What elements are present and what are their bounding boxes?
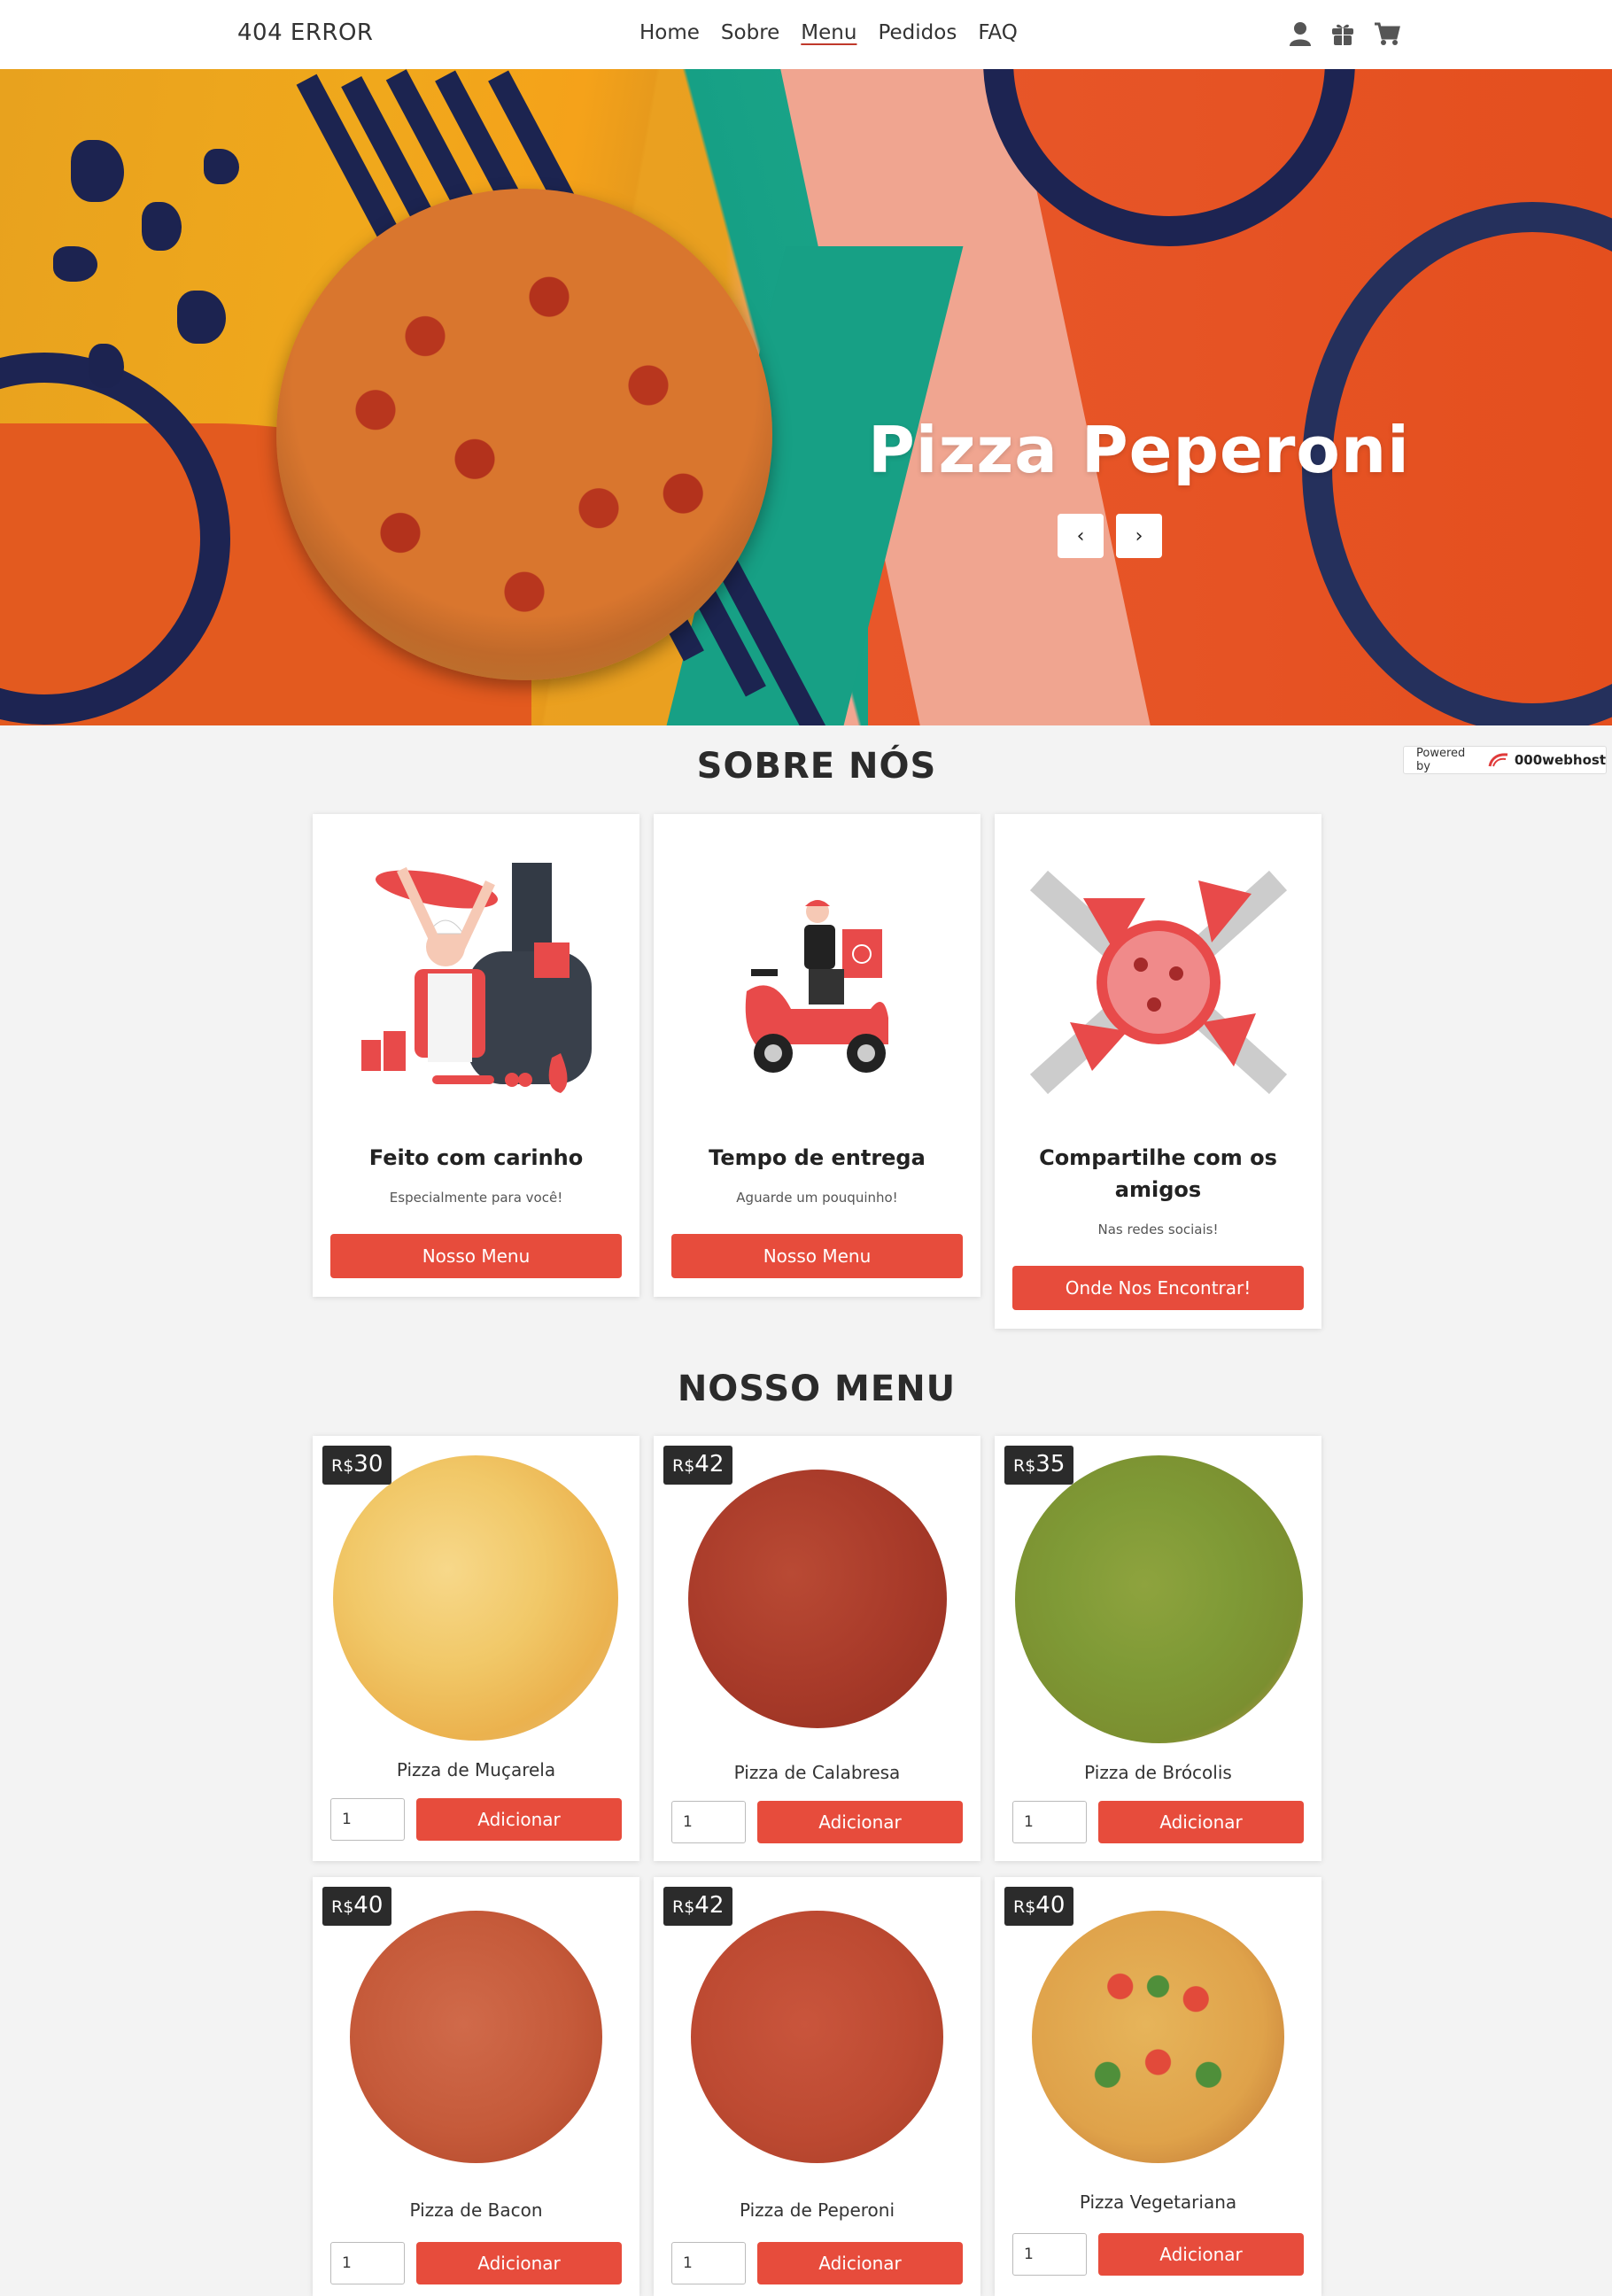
- price-value: 40: [353, 1892, 384, 1919]
- pizza-image: [350, 1911, 602, 2163]
- price-currency: R$: [1013, 1897, 1036, 1917]
- price-value: 35: [1035, 1451, 1066, 1478]
- quantity-input[interactable]: [1012, 1801, 1087, 1843]
- nav-link-sobre[interactable]: Sobre: [721, 21, 779, 44]
- price-value: 30: [353, 1451, 384, 1478]
- about-card-subtitle: Aguarde um pouquinho!: [736, 1190, 898, 1206]
- add-to-cart-button[interactable]: Adicionar: [757, 2242, 963, 2284]
- about-card: Feito com carinho Especialmente para voc…: [313, 814, 639, 1297]
- pizza-image: [333, 1455, 618, 1741]
- our-menu-button[interactable]: Nosso Menu: [330, 1234, 622, 1278]
- pizza-image: [691, 1911, 943, 2163]
- hero-bg-splat: [177, 291, 226, 344]
- price-currency: R$: [331, 1456, 354, 1476]
- menu-item-card: R$40 Pizza de Bacon Adicionar: [313, 1877, 639, 2296]
- price-currency: R$: [672, 1456, 695, 1476]
- brand-logo[interactable]: 404 ERROR: [237, 19, 373, 46]
- about-card-title: Compartilhe com os amigos: [1039, 1145, 1277, 1202]
- quantity-input[interactable]: [1012, 2233, 1087, 2276]
- pizza-image: [1032, 1911, 1284, 2163]
- menu-item-card: R$42 Pizza de Peperoni Adicionar: [654, 1877, 980, 2296]
- cart-icon[interactable]: [1374, 21, 1400, 46]
- price-currency: R$: [1013, 1456, 1036, 1476]
- add-to-cart-button[interactable]: Adicionar: [416, 2242, 622, 2284]
- nav-link-menu[interactable]: Menu: [801, 21, 856, 44]
- price-currency: R$: [331, 1897, 354, 1917]
- carousel-prev-button[interactable]: ‹: [1058, 514, 1104, 558]
- pizza-name: Pizza de Muçarela: [396, 1759, 556, 1780]
- menu-item-card: R$40 Pizza Vegetariana Adicionar: [995, 1877, 1321, 2296]
- add-to-cart-button[interactable]: Adicionar: [416, 1798, 622, 1841]
- pizza-name: Pizza de Bacon: [409, 2199, 543, 2221]
- find-us-button[interactable]: Onde Nos Encontrar!: [1012, 1266, 1304, 1310]
- quantity-input[interactable]: [330, 2242, 405, 2284]
- nav-link-home[interactable]: Home: [639, 21, 700, 44]
- menu-section-title: NOSSO MENU: [677, 1369, 957, 1409]
- chef-illustration: [361, 863, 592, 1093]
- price-value: 42: [694, 1451, 725, 1478]
- pizza-name: Pizza Vegetariana: [1079, 2191, 1237, 2213]
- hero-title: Pizza Peperoni: [868, 413, 1410, 487]
- price-badge: R$35: [1004, 1446, 1074, 1485]
- about-card-title: Feito com carinho: [368, 1145, 584, 1170]
- quantity-input[interactable]: [330, 1798, 405, 1841]
- menu-item-card: R$42 Pizza de Calabresa Adicionar: [654, 1436, 980, 1861]
- hero-carousel: Pizza Peperoni ‹ ›: [0, 69, 1612, 725]
- add-to-cart-button[interactable]: Adicionar: [757, 1801, 963, 1843]
- add-to-cart-button[interactable]: Adicionar: [1098, 2233, 1304, 2276]
- nav-link-faq[interactable]: FAQ: [978, 21, 1018, 44]
- navbar: 404 ERROR Home Sobre Menu Pedidos FAQ: [0, 0, 1612, 69]
- pizza-name: Pizza de Peperoni: [739, 2199, 895, 2221]
- price-badge: R$42: [663, 1446, 733, 1485]
- pizza-name: Pizza de Calabresa: [733, 1762, 901, 1783]
- about-card-title: Tempo de entrega: [709, 1145, 926, 1170]
- price-badge: R$30: [322, 1446, 392, 1485]
- price-currency: R$: [672, 1897, 695, 1917]
- friends-sharing-illustration: [1029, 870, 1288, 1095]
- delivery-scooter-illustration: [745, 900, 888, 1073]
- nav-icons: [1289, 21, 1400, 46]
- nav-links: Home Sobre Menu Pedidos FAQ: [639, 21, 1039, 44]
- about-card: Compartilhe com os amigos Nas redes soci…: [995, 814, 1321, 1329]
- price-badge: R$40: [322, 1887, 392, 1926]
- price-value: 42: [694, 1892, 725, 1919]
- hero-bg-splat: [204, 149, 239, 184]
- menu-item-card: R$30 Pizza de Muçarela Adicionar: [313, 1436, 639, 1861]
- about-card-subtitle: Especialmente para você!: [389, 1190, 563, 1206]
- hero-bg-splat: [53, 246, 97, 282]
- chevron-right-icon: ›: [1135, 524, 1143, 547]
- carousel-next-button[interactable]: ›: [1116, 514, 1162, 558]
- hero-bg-splat: [142, 202, 182, 251]
- gift-icon[interactable]: [1331, 21, 1354, 46]
- price-badge: R$42: [663, 1887, 733, 1926]
- hero-bg-splat: [71, 140, 124, 202]
- chevron-left-icon: ‹: [1076, 524, 1085, 547]
- price-badge: R$40: [1004, 1887, 1074, 1926]
- our-menu-button[interactable]: Nosso Menu: [671, 1234, 963, 1278]
- add-to-cart-button[interactable]: Adicionar: [1098, 1801, 1304, 1843]
- nav-link-pedidos[interactable]: Pedidos: [878, 21, 957, 44]
- about-section-title: SOBRE NÓS: [696, 746, 937, 787]
- about-card-subtitle: Nas redes sociais!: [1097, 1222, 1219, 1237]
- pizza-image: [1015, 1455, 1303, 1743]
- pizza-image: [688, 1470, 947, 1728]
- pizza-name: Pizza de Brócolis: [1084, 1762, 1232, 1783]
- quantity-input[interactable]: [671, 1801, 746, 1843]
- price-value: 40: [1035, 1892, 1066, 1919]
- user-icon[interactable]: [1289, 21, 1312, 46]
- about-card: Tempo de entrega Aguarde um pouquinho! N…: [654, 814, 980, 1297]
- hero-bg-splat: [89, 344, 124, 388]
- quantity-input[interactable]: [671, 2242, 746, 2284]
- menu-item-card: R$35 Pizza de Brócolis Adicionar: [995, 1436, 1321, 1861]
- hero-pizza-image: [276, 189, 772, 680]
